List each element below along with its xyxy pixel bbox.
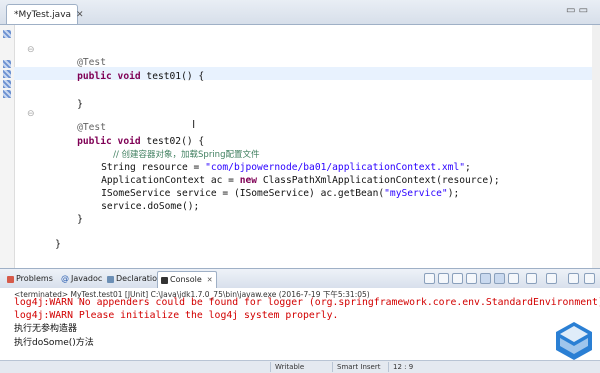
change-marker-icon bbox=[3, 70, 11, 78]
editor-tab-mytest[interactable]: *MyTest.java ✕ bbox=[6, 4, 84, 24]
code-line: ISomeService service = (ISomeService) ac… bbox=[101, 188, 460, 199]
console-tab-bar: Problems @ Javadoc Declaration Console ✕ bbox=[0, 268, 600, 289]
show-on-error-button[interactable] bbox=[494, 273, 505, 284]
editor-tab-bar: *MyTest.java ✕ ▭ ▭ bbox=[0, 0, 600, 25]
cursor-position-status: 12 : 9 bbox=[388, 362, 433, 372]
insert-mode-status: Smart Insert bbox=[332, 362, 389, 372]
declaration-icon bbox=[107, 275, 114, 283]
code-line: @Test bbox=[77, 57, 106, 68]
console-warning-line: log4j:WARN Please initialize the log4j s… bbox=[14, 310, 339, 321]
clear-console-button[interactable] bbox=[452, 273, 463, 284]
close-icon[interactable]: ✕ bbox=[207, 272, 213, 288]
change-marker-icon bbox=[3, 60, 11, 68]
status-bar: Writable Smart Insert 12 : 9 bbox=[0, 360, 600, 373]
code-line: String resource = "com/bjpowernode/ba01/… bbox=[101, 162, 471, 173]
tab-console[interactable]: Console ✕ bbox=[157, 271, 217, 288]
code-editor[interactable]: @Test public void test01() { } @Test pub… bbox=[30, 25, 590, 268]
console-warning-line: log4j:WARN No appenders could be found f… bbox=[14, 297, 600, 308]
change-marker-icon bbox=[3, 30, 11, 38]
remove-all-button[interactable] bbox=[438, 273, 449, 284]
show-on-output-button[interactable] bbox=[480, 273, 491, 284]
code-line: @Test bbox=[77, 122, 106, 133]
tab-declaration[interactable]: Declaration bbox=[104, 271, 165, 287]
console-output-line: 执行无参构造器 bbox=[14, 324, 78, 334]
tab-javadoc[interactable]: @ Javadoc bbox=[58, 271, 105, 287]
problems-icon bbox=[7, 275, 14, 283]
code-line: service.doSome(); bbox=[101, 201, 200, 212]
at-icon: @ bbox=[61, 274, 69, 283]
code-line: } bbox=[77, 214, 83, 225]
code-line: public void test02() { bbox=[77, 136, 205, 147]
editor-tab-label: *MyTest.java bbox=[14, 9, 72, 20]
code-line: } bbox=[77, 99, 83, 110]
minimize-maximize-icon[interactable]: ▭ ▭ bbox=[566, 5, 588, 16]
writable-status: Writable bbox=[270, 362, 333, 372]
code-line: ApplicationContext ac = new ClassPathXml… bbox=[101, 175, 500, 186]
pin-console-button[interactable] bbox=[508, 273, 519, 284]
code-line: // 创建容器对象，加载Spring配置文件 bbox=[113, 150, 260, 160]
display-console-button[interactable] bbox=[526, 273, 537, 284]
change-marker-icon bbox=[3, 90, 11, 98]
open-console-button[interactable] bbox=[546, 273, 557, 284]
remove-launch-button[interactable] bbox=[424, 273, 435, 284]
maximize-view-button[interactable] bbox=[584, 273, 595, 284]
code-line: public void test01() { bbox=[77, 71, 205, 82]
tab-problems[interactable]: Problems bbox=[4, 271, 56, 287]
close-icon[interactable]: ✕ bbox=[76, 6, 84, 24]
console-icon bbox=[161, 276, 168, 284]
code-line: } bbox=[55, 239, 61, 250]
minimize-view-button[interactable] bbox=[568, 273, 579, 284]
logo-icon bbox=[556, 322, 592, 360]
text-cursor-icon: I bbox=[192, 118, 196, 131]
scroll-lock-button[interactable] bbox=[466, 273, 477, 284]
console-output-line: 执行doSome()方法 bbox=[14, 338, 94, 348]
editor-scrollbar[interactable] bbox=[592, 25, 600, 268]
change-marker-icon bbox=[3, 80, 11, 88]
